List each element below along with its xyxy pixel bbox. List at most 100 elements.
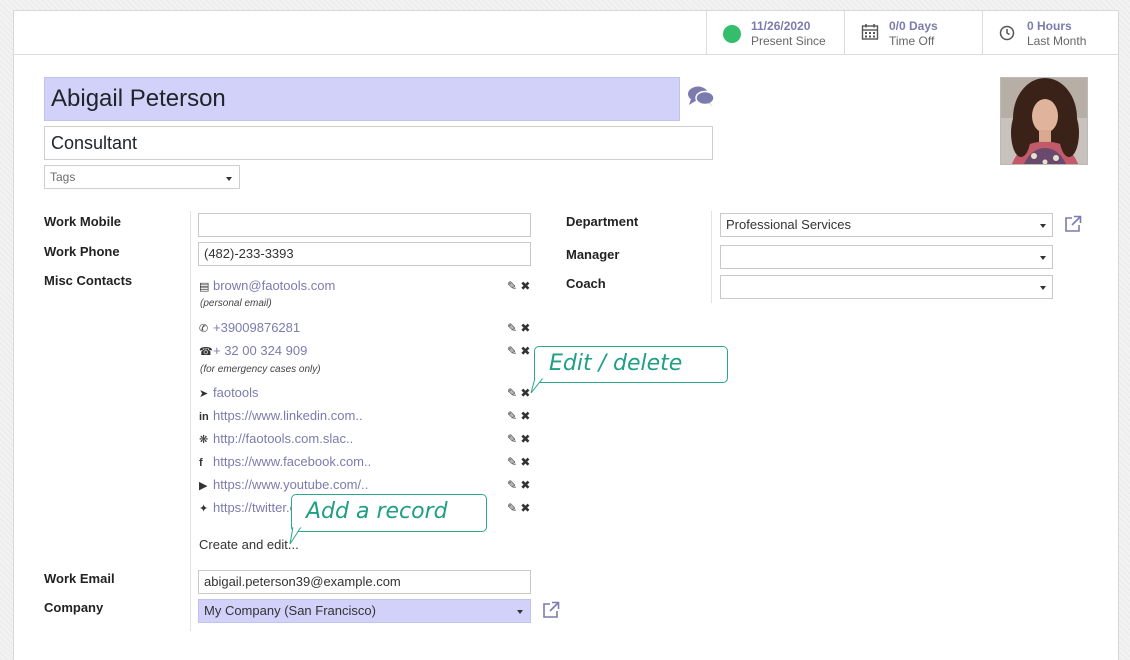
delete-icon[interactable]: ✖ xyxy=(520,409,530,423)
contact-item[interactable]: ☎+ 32 00 324 909 xyxy=(199,343,307,360)
calendar-icon xyxy=(861,24,879,40)
add-record-callout: Add a record xyxy=(291,494,487,532)
contact-note: (for emergency cases only) xyxy=(200,364,321,375)
contact-item[interactable]: in https://www.linkedin.com.. xyxy=(199,408,363,425)
contact-actions: ✎ ✖ xyxy=(507,501,530,515)
contact-text: https://twitter.c xyxy=(213,500,297,515)
clock-icon xyxy=(999,25,1015,41)
linkedin-icon: in xyxy=(199,411,209,423)
envelope-icon: ▤ xyxy=(199,281,210,293)
create-and-edit-link[interactable]: Create and edit... xyxy=(199,537,299,552)
presence-status-icon xyxy=(723,25,741,43)
contact-item[interactable]: ▶ https://www.youtube.com/.. xyxy=(199,477,368,494)
whatsapp-icon: ✆ xyxy=(199,323,209,335)
column-divider xyxy=(711,211,712,303)
delete-icon[interactable]: ✖ xyxy=(520,478,530,492)
contact-item[interactable]: ✦ https://twitter.c xyxy=(199,500,296,517)
department-select[interactable]: Professional Services xyxy=(720,213,1053,237)
contact-item[interactable]: ✆ +39009876281 xyxy=(199,320,300,337)
pencil-icon[interactable]: ✎ xyxy=(507,344,517,358)
contact-text: faotools xyxy=(213,385,259,400)
contact-item[interactable]: ➤ faotools xyxy=(199,385,259,402)
employee-photo xyxy=(1001,78,1087,164)
coach-select[interactable] xyxy=(720,275,1053,299)
company-label: Company xyxy=(44,600,104,615)
time-off-value: 0/0 Days xyxy=(889,19,938,33)
chat-icon[interactable] xyxy=(687,85,715,107)
caret-down-icon xyxy=(517,610,523,614)
contact-actions: ✎ ✖ xyxy=(507,409,530,423)
coach-label: Coach xyxy=(566,276,606,291)
manager-label: Manager xyxy=(566,247,620,262)
contact-text: http://faotools.com.slac.. xyxy=(213,431,354,446)
stat-button-bar: 11/26/2020 Present Since 0/0 Days Time O… xyxy=(14,11,1118,55)
presence-stat-button[interactable]: 11/26/2020 Present Since xyxy=(706,11,844,54)
edit-delete-callout: Edit / delete xyxy=(534,346,728,383)
time-off-stat-button[interactable]: 0/0 Days Time Off xyxy=(844,11,982,54)
callout-tail xyxy=(289,526,302,545)
pencil-icon[interactable]: ✎ xyxy=(507,478,517,492)
column-divider xyxy=(190,211,191,631)
contact-actions: ✎ ✖ xyxy=(507,455,530,469)
contact-text: brown@faotools.com xyxy=(213,278,336,293)
caret-down-icon xyxy=(226,177,232,181)
employee-name-input[interactable]: Abigail Peterson xyxy=(44,77,680,121)
contact-text: https://www.facebook.com.. xyxy=(213,454,372,469)
delete-icon[interactable]: ✖ xyxy=(520,455,530,469)
external-link-icon[interactable] xyxy=(1064,215,1082,233)
contact-item[interactable]: ❋ http://faotools.com.slac.. xyxy=(199,431,353,448)
contact-actions: ✎ ✖ xyxy=(507,321,530,335)
pencil-icon[interactable]: ✎ xyxy=(507,279,517,293)
pencil-icon[interactable]: ✎ xyxy=(507,432,517,446)
slack-icon: ❋ xyxy=(199,434,209,446)
contact-item[interactable]: ▤ brown@faotools.com xyxy=(199,278,335,295)
employee-avatar[interactable] xyxy=(1000,77,1088,165)
caret-down-icon xyxy=(1040,286,1046,290)
work-mobile-label: Work Mobile xyxy=(44,214,122,229)
work-phone-input[interactable]: (482)-233-3393 xyxy=(198,242,531,266)
company-select[interactable]: My Company (San Francisco) xyxy=(198,599,531,623)
contact-text: + 32 00 324 909 xyxy=(213,343,308,358)
contact-actions: ✎ ✖ xyxy=(507,279,530,293)
company-value: My Company (San Francisco) xyxy=(204,603,376,618)
delete-icon[interactable]: ✖ xyxy=(520,321,530,335)
pencil-icon[interactable]: ✎ xyxy=(507,409,517,423)
work-email-input[interactable]: abigail.peterson39@example.com xyxy=(198,570,531,594)
contact-text: +39009876281 xyxy=(213,320,301,335)
work-email-label: Work Email xyxy=(44,571,115,586)
twitter-icon: ✦ xyxy=(199,503,209,515)
manager-select[interactable] xyxy=(720,245,1053,269)
hours-value: 0 Hours xyxy=(1027,19,1072,33)
contact-actions: ✎ ✖ xyxy=(507,386,530,400)
employee-form-sheet: 11/26/2020 Present Since 0/0 Days Time O… xyxy=(13,10,1119,660)
caret-down-icon xyxy=(1040,256,1046,260)
facebook-icon: f xyxy=(199,457,203,469)
job-title-input[interactable]: Consultant xyxy=(44,126,713,160)
pencil-icon[interactable]: ✎ xyxy=(507,386,517,400)
hours-label: Last Month xyxy=(1027,34,1087,48)
department-value: Professional Services xyxy=(726,217,851,232)
telegram-icon: ➤ xyxy=(199,388,209,400)
tags-input[interactable]: Tags xyxy=(44,165,240,189)
pencil-icon[interactable]: ✎ xyxy=(507,501,517,515)
callout-tail xyxy=(530,377,544,394)
contact-actions: ✎ ✖ xyxy=(507,478,530,492)
external-link-icon[interactable] xyxy=(542,601,560,619)
delete-icon[interactable]: ✖ xyxy=(520,501,530,515)
contact-item[interactable]: f https://www.facebook.com.. xyxy=(199,454,371,471)
contact-text: https://www.linkedin.com.. xyxy=(213,408,363,423)
delete-icon[interactable]: ✖ xyxy=(520,344,530,358)
contact-note: (personal email) xyxy=(200,298,272,309)
delete-icon[interactable]: ✖ xyxy=(520,432,530,446)
time-off-label: Time Off xyxy=(889,34,935,48)
phone-icon: ☎ xyxy=(199,346,213,358)
pencil-icon[interactable]: ✎ xyxy=(507,455,517,469)
department-label: Department xyxy=(566,214,639,229)
caret-down-icon xyxy=(1040,224,1046,228)
pencil-icon[interactable]: ✎ xyxy=(507,321,517,335)
hours-stat-button[interactable]: 0 Hours Last Month xyxy=(982,11,1120,54)
work-mobile-input[interactable] xyxy=(198,213,531,237)
contact-actions: ✎ ✖ xyxy=(507,432,530,446)
contact-text: https://www.youtube.com/.. xyxy=(213,477,369,492)
delete-icon[interactable]: ✖ xyxy=(520,279,530,293)
